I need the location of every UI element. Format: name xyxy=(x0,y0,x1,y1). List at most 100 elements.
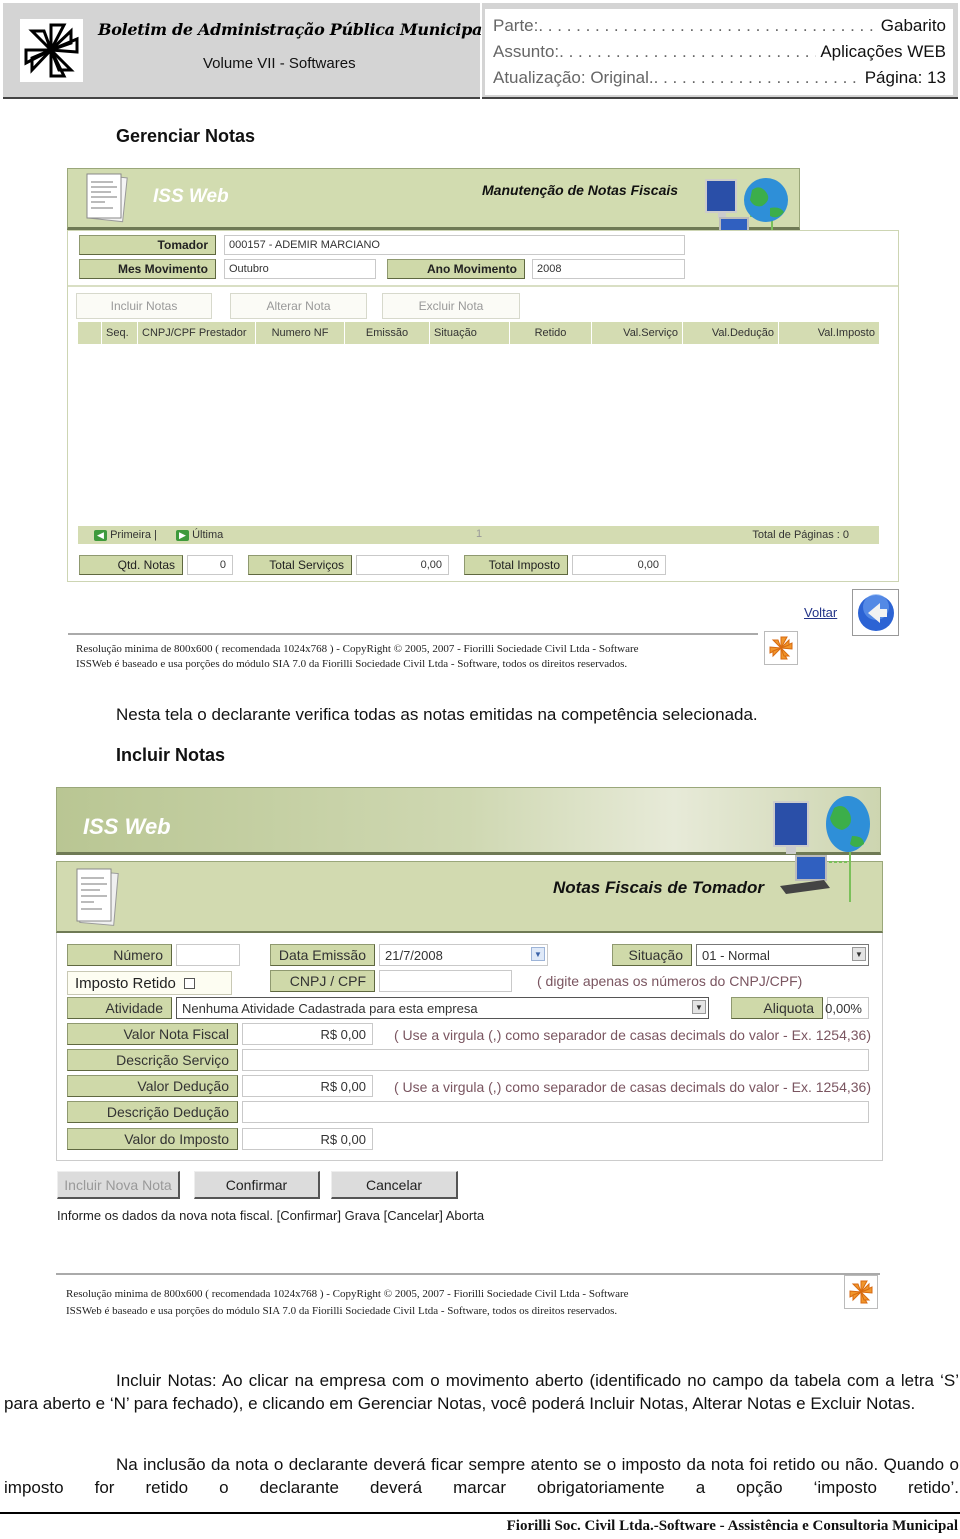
section-heading-incluir: Incluir Notas xyxy=(116,745,226,765)
fiorilli-small-logo xyxy=(764,631,798,665)
pager-current-page[interactable]: 1 xyxy=(476,528,482,540)
section-heading-gerenciar: Gerenciar Notas xyxy=(116,126,256,146)
qtd-notas-label: Qtd. Notas xyxy=(79,555,183,575)
imposto-retido-checkbox[interactable] xyxy=(183,977,195,989)
pager-first-label: Primeira xyxy=(110,529,152,541)
caption-gerenciar: Nesta tela o declarante verifica todas a… xyxy=(116,705,758,724)
valor-deducao-label: Valor Dedução xyxy=(67,1075,238,1097)
col-val-servico[interactable]: Val.Serviço xyxy=(591,322,682,344)
imposto-retido-field[interactable]: Imposto Retido xyxy=(67,971,232,995)
pinwheel-orange-icon xyxy=(769,636,793,660)
ano-movimento-field[interactable]: 2008 xyxy=(532,259,685,279)
voltar-link[interactable]: Voltar xyxy=(804,605,837,620)
total-imposto-label: Total Imposto xyxy=(464,555,568,575)
divider xyxy=(68,285,898,287)
excluir-nota-button[interactable]: Excluir Nota xyxy=(382,293,520,319)
chevron-down-icon[interactable]: ▼ xyxy=(531,947,545,961)
meta-value: Página: 13 xyxy=(864,68,946,87)
situacao-select[interactable]: 01 - Normal ▼ xyxy=(696,944,869,966)
numero-label: Número xyxy=(67,944,172,966)
footer-line-1: Resolução minima de 800x600 ( recomendad… xyxy=(76,643,639,655)
atividade-label: Atividade xyxy=(67,997,172,1019)
data-emissao-select[interactable]: 21/7/2008 ▼ xyxy=(379,944,548,966)
col-select xyxy=(78,322,101,344)
descricao-deducao-label: Descrição Dedução xyxy=(67,1101,238,1123)
col-cnpj[interactable]: CNPJ/CPF Prestador xyxy=(137,322,255,344)
col-val-imposto[interactable]: Val.Imposto xyxy=(778,322,879,344)
nota-form-panel xyxy=(56,933,883,1161)
col-seq[interactable]: Seq. xyxy=(101,322,137,344)
imposto-retido-label: Imposto Retido xyxy=(75,974,176,992)
alterar-nota-button[interactable]: Alterar Nota xyxy=(230,293,367,319)
mes-movimento-field[interactable]: Outubro xyxy=(224,259,376,279)
col-val-deducao[interactable]: Val.Dedução xyxy=(682,322,778,344)
screen-title: Manutenção de Notas Fiscais xyxy=(482,182,679,198)
paragraph-incluir-notas: Incluir Notas: Ao clicar na empresa com … xyxy=(4,1371,959,1413)
pager-first[interactable]: ◀ Primeira | xyxy=(94,529,157,541)
pager-last[interactable]: ▶ Última xyxy=(176,529,223,541)
ano-movimento-label: Ano Movimento xyxy=(387,259,525,279)
notes-table-header: Seq. CNPJ/CPF Prestador Numero NF Emissã… xyxy=(78,322,879,344)
descricao-servico-input[interactable] xyxy=(242,1049,869,1071)
app-name: ISS Web xyxy=(83,814,171,839)
valor-deducao-input[interactable]: R$ 0,00 xyxy=(242,1075,373,1097)
app-name: ISS Web xyxy=(153,186,229,207)
cnpj-cpf-label: CNPJ / CPF xyxy=(270,970,375,992)
valor-nota-fiscal-input[interactable]: R$ 0,00 xyxy=(242,1023,373,1045)
pager-last-label: Última xyxy=(192,529,224,541)
descricao-servico-label: Descrição Serviço xyxy=(67,1049,238,1071)
col-emissao[interactable]: Emissão xyxy=(344,322,429,344)
documents-icon xyxy=(83,172,133,224)
aliquota-label: Aliquota xyxy=(731,997,823,1019)
back-button[interactable] xyxy=(852,589,899,636)
col-numero-nf[interactable]: Numero NF xyxy=(255,322,344,344)
confirmar-button[interactable]: Confirmar xyxy=(194,1171,320,1199)
meta-assunto: Assunto: Aplicações WEB xyxy=(493,42,946,66)
dropdown-arrow-icon[interactable]: ▼ xyxy=(852,947,866,961)
meta-value: Gabarito xyxy=(880,16,946,35)
col-retido[interactable]: Retido xyxy=(509,322,591,344)
atividade-select[interactable]: Nenhuma Atividade Cadastrada para esta e… xyxy=(176,997,709,1019)
valor-imposto-label: Valor do Imposto xyxy=(67,1128,238,1150)
bulletin-subtitle: Volume VII - Softwares xyxy=(203,55,356,72)
pager-separator: | xyxy=(154,529,157,541)
pager-bar: ◀ Primeira | ▶ Última 1 Total de Páginas… xyxy=(78,526,879,544)
paragraph-imposto-retido: Na inclusão da nota o declarante deverá … xyxy=(4,1455,959,1497)
cnpj-cpf-input[interactable] xyxy=(379,970,512,992)
col-situacao[interactable]: Situação xyxy=(429,322,509,344)
footer-line-2: ISSWeb é baseado e usa porções do módulo… xyxy=(76,658,628,670)
incluir-notas-button[interactable]: Incluir Notas xyxy=(76,293,212,319)
incluir-nova-nota-button[interactable]: Incluir Nova Nota xyxy=(57,1171,180,1199)
fiorilli-logo xyxy=(20,19,83,82)
page-footer-signature: Fiorilli Soc. Civil Ltda.-Software - Ass… xyxy=(506,1518,958,1534)
meta-key: Atualização: Original. xyxy=(493,68,654,87)
iss-top-banner xyxy=(56,787,881,855)
footer-divider xyxy=(68,633,758,635)
aliquota-value[interactable]: 0,00% xyxy=(825,997,869,1019)
total-servicos-value: 0,00 xyxy=(356,555,449,575)
pinwheel-orange-icon xyxy=(849,1280,873,1304)
atividade-value: Nenhuma Atividade Cadastrada para esta e… xyxy=(182,1000,478,1016)
tomador-field[interactable]: 000157 - ADEMIR MARCIANO xyxy=(224,235,685,255)
tomador-label: Tomador xyxy=(79,235,216,255)
dropdown-arrow-icon[interactable]: ▼ xyxy=(692,1000,706,1014)
bulletin-title: Boletim de Administração Pública Municip… xyxy=(98,20,488,39)
situacao-value: 01 - Normal xyxy=(702,947,770,963)
screen-title: Notas Fiscais de Tomador xyxy=(553,878,764,897)
meta-atualizacao: Atualização: Original. Página: 13 xyxy=(493,68,946,92)
pager-total-pages: Total de Páginas : 0 xyxy=(752,529,849,541)
data-emissao-value: 21/7/2008 xyxy=(385,947,443,963)
valor-imposto-input[interactable]: R$ 0,00 xyxy=(242,1128,373,1150)
valor-nf-hint: ( Use a virgula (,) como separador de ca… xyxy=(394,1027,871,1043)
notes-table-body xyxy=(78,344,879,526)
footer-line-1: Resolução minima de 800x600 ( recomendad… xyxy=(66,1288,629,1300)
mes-movimento-label: Mes Movimento xyxy=(79,259,216,279)
descricao-deducao-input[interactable] xyxy=(242,1101,869,1123)
numero-input[interactable] xyxy=(176,944,240,966)
meta-value: Aplicações WEB xyxy=(820,42,946,61)
cnpj-hint: ( digite apenas os números do CNPJ/CPF) xyxy=(537,973,803,989)
cancelar-button[interactable]: Cancelar xyxy=(331,1171,458,1199)
total-imposto-value: 0,00 xyxy=(572,555,666,575)
arrow-right-icon: ▶ xyxy=(176,529,189,541)
fiorilli-small-logo xyxy=(844,1275,878,1309)
